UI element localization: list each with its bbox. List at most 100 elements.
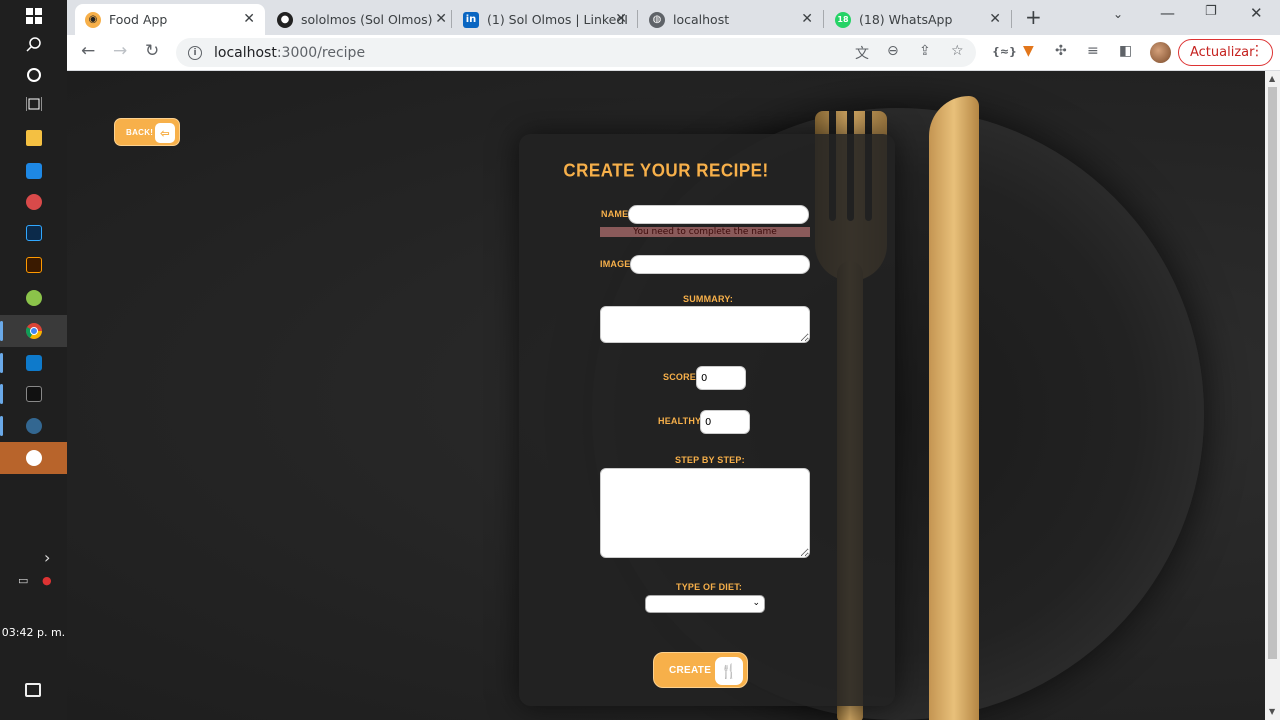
tab-github[interactable]: ● sololmos (Sol Olmos) ✕ bbox=[267, 4, 457, 35]
page-title: CREATE YOUR RECIPE! bbox=[563, 160, 769, 181]
tab-food-app[interactable]: ◉ Food App ✕ bbox=[75, 4, 265, 35]
minimize-button[interactable]: — bbox=[1160, 4, 1175, 22]
linkedin-icon: in bbox=[463, 11, 479, 28]
forward-nav-icon[interactable]: → bbox=[113, 41, 127, 61]
browser-chrome: ◉ Food App ✕ ● sololmos (Sol Olmos) ✕ in… bbox=[67, 0, 1280, 71]
healthy-label: HEALTHY: bbox=[658, 416, 704, 426]
create-label: CREATE ! bbox=[669, 664, 718, 676]
tab-title: (1) Sol Olmos | LinkedIn bbox=[487, 12, 627, 27]
image-label: IMAGE: bbox=[600, 259, 634, 269]
update-label: Actualizar bbox=[1190, 45, 1255, 60]
url-host: localhost bbox=[214, 44, 277, 61]
back-button[interactable]: BACK! ⇦ bbox=[114, 118, 180, 146]
page-viewport: BACK! ⇦ CREATE YOUR RECIPE! NAME: You ne… bbox=[67, 71, 1265, 720]
notifications-icon[interactable] bbox=[25, 683, 41, 697]
app-icon[interactable] bbox=[0, 282, 67, 314]
arrow-left-icon: ⇦ bbox=[155, 123, 175, 143]
tab-linkedin[interactable]: in (1) Sol Olmos | LinkedIn ✕ bbox=[453, 4, 637, 35]
name-input[interactable] bbox=[628, 205, 809, 224]
mail-icon[interactable] bbox=[0, 155, 67, 187]
tab-title: (18) WhatsApp bbox=[859, 12, 953, 27]
score-input[interactable] bbox=[696, 366, 746, 390]
steps-label: STEP BY STEP: bbox=[675, 455, 745, 465]
reload-icon[interactable]: ↻ bbox=[145, 41, 159, 61]
menu-dots-icon: ⋮ bbox=[1250, 43, 1264, 59]
tab-title: sololmos (Sol Olmos) bbox=[301, 12, 433, 27]
scrollbar-thumb[interactable] bbox=[1268, 87, 1277, 659]
tab-title: Food App bbox=[109, 12, 168, 27]
extension-icon[interactable]: {≈} bbox=[992, 45, 1017, 58]
fork-knife-icon: 🍴 bbox=[715, 657, 743, 685]
translate-icon[interactable]: 文 bbox=[855, 43, 869, 63]
steps-textarea[interactable] bbox=[600, 468, 810, 558]
reading-list-icon[interactable]: ≡ bbox=[1087, 43, 1099, 59]
app-icon[interactable] bbox=[0, 186, 67, 218]
name-label: NAME: bbox=[601, 209, 632, 219]
close-tab-icon[interactable]: ✕ bbox=[989, 11, 1001, 27]
score-label: SCORE: bbox=[663, 372, 700, 382]
back-nav-icon[interactable]: ← bbox=[81, 41, 95, 61]
scroll-up-icon[interactable]: ▲ bbox=[1269, 74, 1275, 83]
food-app-icon: ◉ bbox=[85, 11, 101, 28]
cortana-icon[interactable] bbox=[0, 59, 67, 91]
tab-whatsapp[interactable]: 18 (18) WhatsApp ✕ bbox=[825, 4, 1011, 35]
browser-toolbar: ← → ↻ i localhost:3000/recipe 文 ⊖ ⇪ ☆ {≈… bbox=[67, 35, 1280, 71]
close-window-button[interactable]: ✕ bbox=[1250, 4, 1263, 22]
photoshop-icon[interactable] bbox=[0, 217, 67, 249]
new-tab-button[interactable]: + bbox=[1025, 5, 1042, 29]
zoom-icon[interactable]: ⊖ bbox=[887, 43, 899, 59]
github-icon: ● bbox=[277, 11, 293, 28]
vertical-scrollbar[interactable]: ▲ ▼ bbox=[1265, 71, 1280, 720]
vscode-icon[interactable] bbox=[0, 347, 67, 379]
chevron-right-icon[interactable]: › bbox=[44, 548, 50, 567]
bookmark-star-icon[interactable]: ☆ bbox=[951, 43, 964, 59]
network-icon[interactable]: ● bbox=[42, 574, 52, 587]
share-icon[interactable]: ⇪ bbox=[919, 43, 931, 59]
tab-separator bbox=[1011, 10, 1012, 28]
tab-separator bbox=[637, 10, 638, 28]
close-tab-icon[interactable]: ✕ bbox=[615, 11, 627, 27]
tab-separator bbox=[823, 10, 824, 28]
close-tab-icon[interactable]: ✕ bbox=[435, 11, 447, 27]
update-button[interactable]: Actualizar ⋮ bbox=[1178, 39, 1273, 66]
knife-image bbox=[929, 96, 979, 720]
side-panel-icon[interactable]: ◧ bbox=[1119, 43, 1132, 59]
back-label: BACK! bbox=[126, 127, 154, 137]
summary-label: SUMMARY: bbox=[683, 294, 734, 304]
site-info-icon[interactable]: i bbox=[188, 45, 202, 60]
close-tab-icon[interactable]: ✕ bbox=[801, 11, 813, 27]
app-icon[interactable] bbox=[0, 442, 67, 474]
windows-start-icon[interactable] bbox=[0, 0, 67, 32]
extensions-puzzle-icon[interactable]: ✣ bbox=[1055, 43, 1067, 59]
illustrator-icon[interactable] bbox=[0, 249, 67, 281]
url-path: :3000/recipe bbox=[276, 44, 366, 61]
restore-button[interactable]: ❐ bbox=[1205, 4, 1217, 19]
tab-separator bbox=[451, 10, 452, 28]
summary-textarea[interactable] bbox=[600, 306, 810, 343]
tab-strip: ◉ Food App ✕ ● sololmos (Sol Olmos) ✕ in… bbox=[67, 0, 1280, 35]
chevron-down-icon: ⌄ bbox=[752, 598, 760, 608]
windows-taskbar: › ▭ ● 03:42 p. m. bbox=[0, 0, 67, 720]
tab-localhost[interactable]: ◍ localhost ✕ bbox=[639, 4, 823, 35]
postgres-icon[interactable] bbox=[0, 410, 67, 442]
globe-icon: ◍ bbox=[649, 11, 665, 28]
tab-title: localhost bbox=[673, 12, 730, 27]
task-view-icon[interactable] bbox=[0, 88, 67, 120]
tab-search-icon[interactable]: ⌄ bbox=[1113, 7, 1123, 21]
image-input[interactable] bbox=[630, 255, 810, 274]
create-button[interactable]: CREATE ! 🍴 bbox=[653, 652, 748, 688]
chrome-icon[interactable] bbox=[0, 315, 67, 347]
terminal-icon[interactable] bbox=[0, 378, 67, 410]
system-clock[interactable]: 03:42 p. m. bbox=[0, 626, 67, 639]
diet-label: TYPE OF DIET: bbox=[676, 582, 743, 592]
metamask-icon[interactable]: ▼ bbox=[1023, 43, 1034, 59]
file-explorer-icon[interactable] bbox=[0, 122, 67, 154]
scroll-down-icon[interactable]: ▼ bbox=[1269, 707, 1275, 716]
diet-select[interactable]: ⌄ bbox=[645, 595, 765, 613]
healthy-input[interactable] bbox=[700, 410, 750, 434]
battery-icon[interactable]: ▭ bbox=[18, 574, 28, 587]
close-tab-icon[interactable]: ✕ bbox=[243, 11, 255, 27]
search-icon[interactable] bbox=[0, 29, 67, 61]
name-error-message: You need to complete the name bbox=[600, 227, 810, 237]
profile-avatar[interactable] bbox=[1150, 42, 1171, 63]
